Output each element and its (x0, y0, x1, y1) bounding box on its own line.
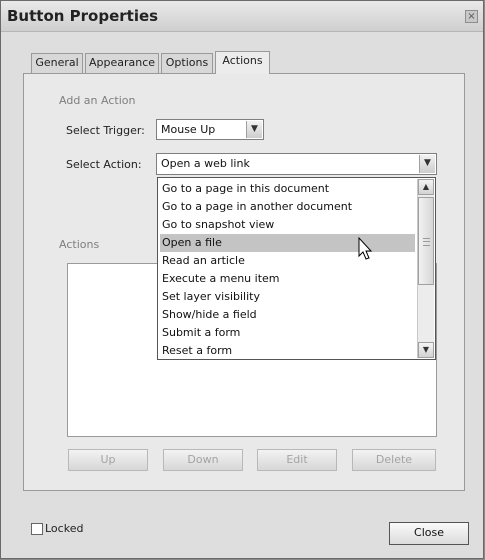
list-item[interactable]: Go to snapshot view (160, 216, 415, 234)
title-bar: Button Properties × (1, 1, 483, 32)
list-item[interactable]: Set layer visibility (160, 288, 415, 306)
select-trigger-label: Select Trigger: (66, 124, 145, 137)
list-item[interactable]: Execute a menu item (160, 270, 415, 288)
tab-actions[interactable]: Actions (215, 51, 270, 74)
scrollbar-thumb[interactable] (418, 197, 434, 285)
add-action-group-title: Add an Action (59, 94, 136, 107)
close-icon[interactable]: × (465, 10, 478, 23)
grip-icon (423, 238, 430, 246)
list-item[interactable]: Show/hide a field (160, 306, 415, 324)
action-select-value: Open a web link (161, 157, 250, 170)
delete-button[interactable]: Delete (352, 449, 436, 471)
tab-appearance[interactable]: Appearance (85, 53, 159, 73)
up-button[interactable]: Up (68, 449, 148, 471)
trigger-select-value: Mouse Up (161, 123, 216, 136)
close-button[interactable]: Close (389, 522, 469, 545)
list-item[interactable]: Go to a page in this document (160, 180, 415, 198)
list-item[interactable]: Read an article (160, 252, 415, 270)
action-select[interactable]: Open a web link ▼ (156, 153, 437, 175)
locked-label: Locked (45, 522, 84, 535)
chevron-down-icon[interactable]: ▼ (419, 155, 435, 173)
select-action-label: Select Action: (66, 158, 142, 171)
mouse-pointer-icon (358, 237, 373, 260)
tab-general[interactable]: General (31, 53, 83, 73)
edit-button[interactable]: Edit (257, 449, 337, 471)
tab-options[interactable]: Options (161, 53, 213, 73)
chevron-down-icon[interactable]: ▼ (246, 121, 262, 138)
list-item[interactable]: Go to a page in another document (160, 198, 415, 216)
dialog-title: Button Properties (7, 7, 159, 25)
arrow-down-icon[interactable]: ▼ (418, 342, 434, 358)
action-dropdown-list[interactable]: Go to a page in this document Go to a pa… (157, 177, 436, 360)
locked-checkbox[interactable] (31, 523, 43, 535)
arrow-up-icon[interactable]: ▲ (418, 179, 434, 195)
trigger-select[interactable]: Mouse Up ▼ (156, 119, 264, 140)
dropdown-scrollbar[interactable]: ▲ ▼ (417, 179, 434, 358)
button-properties-dialog: Button Properties × General Appearance O… (0, 0, 484, 559)
down-button[interactable]: Down (163, 449, 243, 471)
list-item[interactable]: Reset a form (160, 342, 415, 360)
list-item-selected[interactable]: Open a file (160, 234, 415, 252)
list-item[interactable]: Submit a form (160, 324, 415, 342)
actions-group-title: Actions (59, 238, 100, 251)
